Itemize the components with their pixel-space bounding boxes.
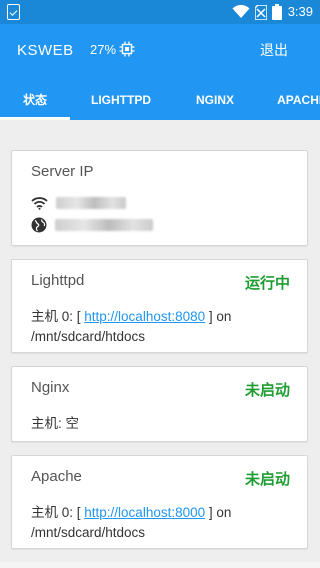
- notification-check-icon: [7, 4, 20, 20]
- server-ip-card: Server IP: [11, 150, 308, 246]
- app-bar: KSWEB 27% 退出: [0, 24, 320, 80]
- lighttpd-host-prefix: 主机 0: [: [31, 309, 81, 324]
- app-title: KSWEB: [17, 42, 74, 59]
- server-ip-heading: Server IP: [31, 163, 94, 180]
- apache-host: 主机 0: [ http://localhost:8000 ] on /mnt/…: [31, 503, 296, 543]
- apache-host-prefix: 主机 0: [: [31, 505, 81, 520]
- clock: 3:39: [287, 4, 313, 19]
- nginx-status: 未启动: [244, 382, 290, 399]
- lighttpd-name: Lighttpd: [31, 272, 85, 289]
- tab-nginx[interactable]: NGINX: [178, 80, 252, 120]
- apache-status: 未启动: [244, 471, 290, 488]
- wifi-icon: [232, 5, 250, 18]
- wifi-ip-row: [31, 196, 126, 210]
- lighttpd-host: 主机 0: [ http://localhost:8080 ] on /mnt/…: [31, 307, 296, 347]
- cpu-chip-icon: [119, 41, 135, 57]
- wifi-ip-redacted: [56, 197, 126, 209]
- nginx-name: Nginx: [31, 379, 70, 396]
- apache-host-link[interactable]: http://localhost:8000: [84, 505, 205, 520]
- tab-lighttpd[interactable]: LIGHTTPD: [78, 80, 164, 120]
- lighttpd-host-link[interactable]: http://localhost:8080: [84, 309, 205, 324]
- lighttpd-card: Lighttpd 运行中 主机 0: [ http://localhost:80…: [11, 259, 308, 353]
- exit-button[interactable]: 退出: [260, 40, 288, 60]
- cpu-usage: 27%: [90, 41, 135, 57]
- wifi-icon: [31, 197, 48, 210]
- public-ip-row: [31, 217, 153, 233]
- lighttpd-status: 运行中: [244, 275, 290, 292]
- next-card-edge: [0, 562, 320, 568]
- apache-card: Apache 未启动 主机 0: [ http://localhost:8000…: [11, 455, 308, 549]
- globe-icon: [31, 217, 47, 233]
- cpu-usage-value: 27%: [90, 41, 117, 57]
- status-bar: 3:39: [0, 0, 320, 24]
- no-sim-icon: [255, 4, 267, 20]
- nginx-host: 主机: 空: [31, 416, 80, 431]
- apache-name: Apache: [31, 468, 82, 485]
- battery-icon: [272, 4, 282, 20]
- status-icons: [232, 3, 282, 21]
- tab-status[interactable]: 状态: [0, 80, 70, 120]
- tab-indicator: [0, 117, 70, 120]
- tab-bar: 状态 LIGHTTPD NGINX APACHE: [0, 80, 320, 120]
- public-ip-redacted: [55, 219, 153, 231]
- tab-apache[interactable]: APACHE: [262, 80, 320, 120]
- nginx-card: Nginx 未启动 主机: 空: [11, 366, 308, 442]
